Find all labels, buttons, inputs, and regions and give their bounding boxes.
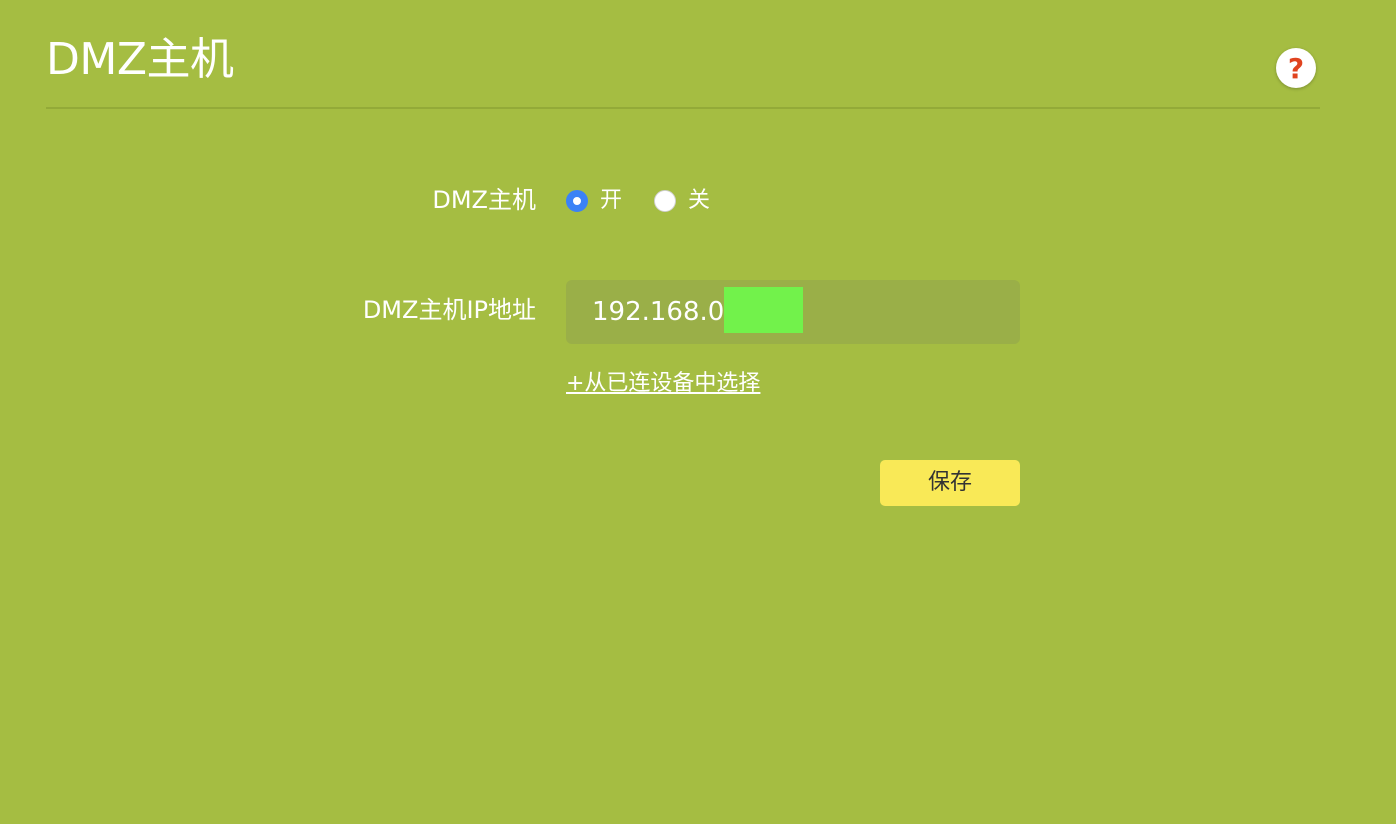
- help-icon[interactable]: ?: [1276, 48, 1316, 88]
- dmz-on-label: 开: [600, 188, 623, 213]
- radio-unchecked-icon: [654, 190, 676, 212]
- dmz-host-label: DMZ主机: [432, 186, 536, 214]
- title-divider: [46, 107, 1320, 109]
- save-button[interactable]: 保存: [880, 460, 1020, 506]
- question-mark-glyph: ?: [1288, 52, 1304, 85]
- dmz-ip-label: DMZ主机IP地址: [362, 296, 536, 324]
- page-title: DMZ主机: [46, 34, 234, 85]
- radio-checked-icon: [566, 190, 588, 212]
- dmz-off-radio[interactable]: 关: [654, 188, 710, 214]
- dmz-on-radio[interactable]: 开: [566, 188, 622, 214]
- redaction-block: [724, 287, 803, 333]
- dmz-host-page: DMZ主机 ? DMZ主机 开 关 DMZ主机IP地址 192.168.0.1 …: [0, 0, 1396, 824]
- question-mark-icon: ?: [1288, 52, 1304, 85]
- select-from-connected-devices-link[interactable]: +从已连设备中选择: [566, 370, 760, 398]
- dmz-off-label: 关: [688, 188, 711, 213]
